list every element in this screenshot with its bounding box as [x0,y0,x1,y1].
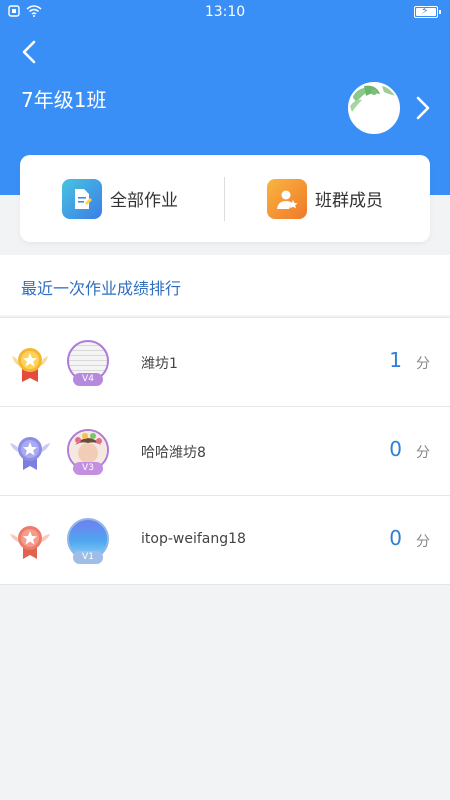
member-score: 0 [389,526,402,550]
group-members-label: 班群成员 [315,191,383,211]
member-avatar: V3 [67,429,109,475]
battery-icon: ⚡ [414,4,441,18]
gold-medal-icon [12,348,48,382]
status-time: 13:10 [204,4,246,20]
score-unit: 分 [416,356,430,372]
member-name: 潍坊1 [141,356,178,372]
group-members-icon [267,178,307,219]
all-homework-label: 全部作业 [110,191,178,211]
member-avatar: V4 [67,340,109,386]
ranking-row[interactable]: V3 哈哈潍坊8 0 分 [0,407,450,496]
member-score: 1 [389,348,402,372]
homework-doc-icon [62,178,102,219]
level-badge: V4 [73,373,103,386]
member-name: itop-weifang18 [141,531,246,547]
ranking-section-title: 最近一次作业成绩排行 [21,279,182,298]
member-avatar: V1 [67,518,109,564]
group-members-button[interactable]: 班群成员 [267,155,383,242]
action-divider [224,177,225,221]
action-card: 全部作业 班群成员 [20,155,430,242]
level-badge: V3 [73,462,103,475]
ranking-section-header: 最近一次作业成绩排行 [0,255,450,315]
status-bar: 13:10 ⚡ [0,0,450,26]
score-unit: 分 [416,445,430,461]
member-score: 0 [389,437,402,461]
chevron-right-icon[interactable] [412,92,436,124]
score-unit: 分 [416,534,430,550]
ranking-list: V4 潍坊1 1 分 V3 哈哈潍坊8 0 分 V1 itop-weifang1… [0,317,450,585]
ranking-row[interactable]: V4 潍坊1 1 分 [0,318,450,407]
ranking-row[interactable]: V1 itop-weifang18 0 分 [0,496,450,585]
silver-medal-icon [10,437,50,470]
member-name: 哈哈潍坊8 [141,445,206,461]
all-homework-button[interactable]: 全部作业 [62,155,178,242]
back-arrow-icon[interactable] [14,36,46,68]
level-badge: V1 [73,551,103,564]
bronze-medal-icon [10,526,50,559]
class-avatar[interactable] [348,82,400,134]
class-title: 7年级1班 [21,88,107,112]
